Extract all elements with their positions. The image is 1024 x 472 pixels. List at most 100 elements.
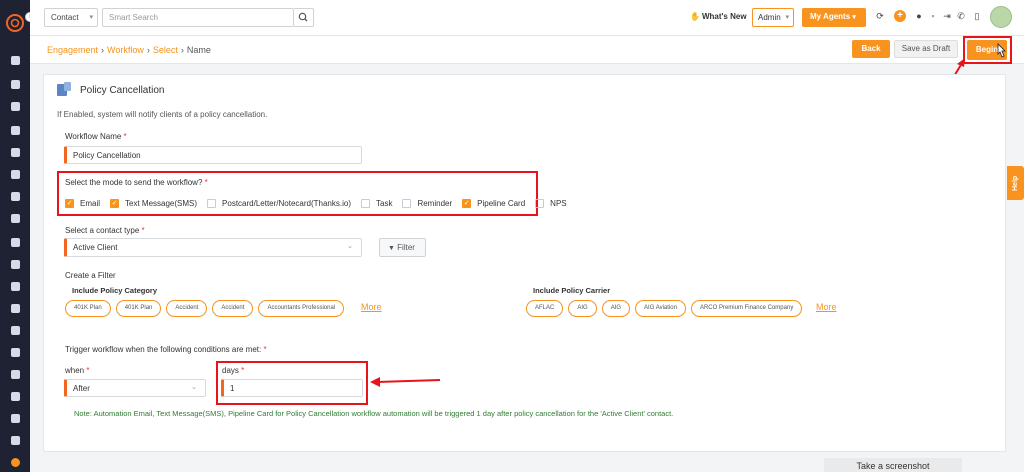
contact-type-label-text: Select a contact type <box>65 226 140 235</box>
policy-category-pill[interactable]: Accountants Professional <box>258 300 345 317</box>
take-screenshot-tab[interactable]: Take a screenshot <box>824 458 962 472</box>
create-filter-label: Create a Filter <box>65 271 116 280</box>
filter-button-label: Filter <box>397 243 415 252</box>
settings-icon[interactable] <box>8 434 22 446</box>
section-title: Policy Cancellation <box>80 85 165 96</box>
email-checkbox[interactable]: ✓ <box>65 198 74 208</box>
phone-icon[interactable]: ✆ <box>956 11 966 21</box>
search-button[interactable] <box>294 8 314 27</box>
app-logo-icon <box>6 14 24 32</box>
mobile-icon[interactable]: ▯ <box>972 11 982 21</box>
contact-type-value: Active Client <box>73 243 118 252</box>
email-checkbox-label: Email <box>80 198 101 208</box>
trigger-label: Trigger workflow when the following cond… <box>65 345 267 354</box>
smart-search-input[interactable]: Smart Search <box>102 8 294 27</box>
nps-checkbox-label: NPS <box>550 198 567 208</box>
filter-icon: ▼ <box>388 245 395 252</box>
chevron-down-icon: ▾ <box>852 14 856 21</box>
policy-category-pill[interactable]: Accident <box>212 300 254 317</box>
admin-select[interactable]: Admin ▾ <box>752 8 794 27</box>
policy-carrier-more-link[interactable]: More <box>816 302 837 312</box>
back-button[interactable]: Back <box>852 40 890 58</box>
analytics-icon[interactable] <box>8 412 22 424</box>
filter-button[interactable]: ▼ Filter <box>379 238 426 257</box>
avatar[interactable] <box>990 6 1012 28</box>
nps-checkbox[interactable] <box>535 198 545 208</box>
required-marker: * <box>86 366 90 375</box>
breadcrumb: Engagement › Workflow › Select › Name <box>47 45 211 55</box>
dashboard-icon[interactable] <box>8 54 22 66</box>
days-value: 1 <box>230 384 235 393</box>
policy-carrier-label: Include Policy Carrier <box>533 286 611 295</box>
breadcrumb-current: Name <box>186 45 211 55</box>
google-icon[interactable] <box>8 302 22 314</box>
search-placeholder: Smart Search <box>109 13 158 22</box>
contacts-icon[interactable] <box>8 78 22 90</box>
policy-icon[interactable] <box>8 168 22 180</box>
search-icon <box>298 12 308 22</box>
whats-new-link[interactable]: ✋ What's New <box>690 12 747 21</box>
top-bar: Contact ▾ Smart Search ✋ What's New Admin… <box>30 0 1024 36</box>
policy-carrier-pill[interactable]: AIG <box>601 300 631 317</box>
policy-category-pill[interactable]: 401K Plan <box>115 300 162 317</box>
my-agents-button[interactable]: My Agents ▾ <box>802 8 866 27</box>
admin-select-label: Admin <box>758 13 781 22</box>
when-select[interactable]: After ⌄ <box>64 379 206 397</box>
mail-icon[interactable] <box>8 368 22 380</box>
contact-type-select[interactable]: Contact ▾ <box>44 8 98 27</box>
refresh-icon[interactable]: ⟳ <box>875 11 885 21</box>
calendar-icon[interactable] <box>8 346 22 358</box>
chevron-down-icon: ▾ <box>89 14 93 21</box>
policy-carrier-pill[interactable]: AIG <box>568 300 597 317</box>
user-badge-icon[interactable] <box>8 456 22 468</box>
breadcrumb-workflow[interactable]: Workflow <box>107 45 144 55</box>
task-checkbox[interactable] <box>361 198 370 208</box>
breadcrumb-select[interactable]: Select <box>153 45 178 55</box>
policy-carrier-pill[interactable]: AIG Aviation <box>635 300 686 317</box>
chart-icon[interactable] <box>8 258 22 270</box>
days-input[interactable]: 1 <box>221 379 363 397</box>
workflow-name-label-text: Workflow Name <box>65 132 122 141</box>
cursor-icon <box>997 43 1006 58</box>
user-icon[interactable]: ● <box>914 11 924 21</box>
policy-category-label: Include Policy Category <box>72 286 158 295</box>
breadcrumb-separator: › <box>101 45 105 55</box>
list-icon[interactable] <box>8 146 22 158</box>
help-tab[interactable]: Help <box>1007 166 1024 200</box>
sms-checkbox[interactable]: ✓ <box>110 198 120 208</box>
trigger-label-text: Trigger workflow when the following cond… <box>65 345 262 354</box>
postcard-checkbox[interactable] <box>207 198 217 208</box>
workflow-name-input[interactable]: Policy Cancellation <box>64 146 362 164</box>
breadcrumb-engagement[interactable]: Engagement <box>47 45 98 55</box>
policy-carrier-pill[interactable]: AFLAC <box>526 300 564 317</box>
folder-icon[interactable] <box>8 280 22 292</box>
policy-cancellation-icon <box>57 82 71 96</box>
automation-note: Note: Automation Email, Text Message(SMS… <box>74 409 674 418</box>
add-icon[interactable]: + <box>894 10 906 22</box>
reports-icon[interactable] <box>8 236 22 248</box>
postcard-checkbox-label: Postcard/Letter/Notecard(Thanks.io) <box>222 198 351 208</box>
documents-icon[interactable] <box>8 100 22 112</box>
section-description: If Enabled, system will notify clients o… <box>57 110 268 119</box>
table-icon[interactable] <box>8 324 22 336</box>
task-checkbox-label: Task <box>376 198 393 208</box>
policy-category-more-link[interactable]: More <box>361 302 382 312</box>
arrow-to-days-icon <box>370 377 441 387</box>
megaphone-icon[interactable] <box>8 212 22 224</box>
bank-icon[interactable] <box>8 124 22 136</box>
contact-type-select[interactable]: Active Client ⌄ <box>64 238 362 257</box>
breadcrumb-separator: › <box>146 45 150 55</box>
pipeline-card-checkbox[interactable]: ✓ <box>462 198 472 208</box>
days-label: days * <box>222 366 244 375</box>
policy-carrier-pill[interactable]: ARCO Premium Finance Company <box>690 300 803 317</box>
workflow-name-value: Policy Cancellation <box>73 151 141 160</box>
policy-category-pill[interactable]: 401K Plan <box>65 300 111 317</box>
badge-icon[interactable]: ▪ <box>928 11 938 21</box>
signature-icon[interactable] <box>8 390 22 402</box>
sub-header: Engagement › Workflow › Select › Name Back Sav… <box>30 36 1024 64</box>
logout-icon[interactable]: ⇥ <box>942 11 952 21</box>
reminder-checkbox[interactable] <box>402 198 412 208</box>
filter-icon[interactable] <box>8 190 22 202</box>
required-marker: * <box>123 132 127 141</box>
policy-category-pill[interactable]: Accident <box>166 300 208 317</box>
